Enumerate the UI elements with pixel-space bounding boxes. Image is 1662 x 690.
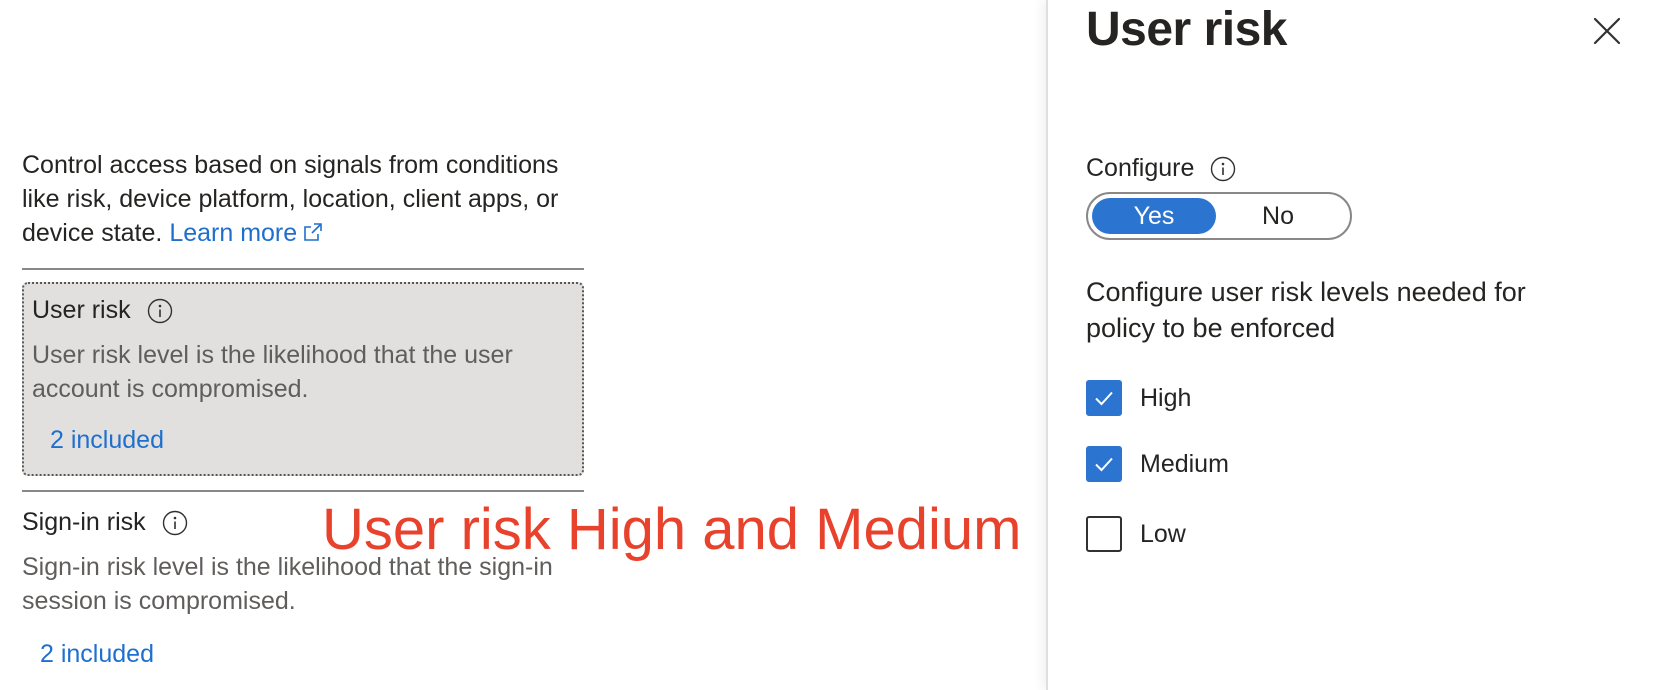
info-icon[interactable] [162, 510, 188, 536]
checkbox-box[interactable] [1086, 446, 1122, 482]
toggle-no-option[interactable]: No [1216, 198, 1340, 234]
configure-label: Configure [1086, 154, 1236, 183]
info-icon[interactable] [147, 298, 173, 324]
learn-more-link[interactable]: Learn more [169, 219, 323, 247]
user-risk-included-link[interactable]: 2 included [50, 426, 164, 455]
checkbox-high[interactable]: High [1086, 380, 1191, 416]
configure-toggle[interactable]: Yes No [1086, 192, 1352, 240]
checkbox-label: Medium [1140, 449, 1229, 478]
checkbox-label: High [1140, 383, 1192, 412]
user-risk-title: User risk [32, 296, 173, 325]
external-link-icon [304, 223, 322, 241]
user-risk-description: User risk level is the likelihood that t… [32, 341, 513, 403]
checkbox-box[interactable] [1086, 516, 1122, 552]
signin-risk-title: Sign-in risk [22, 508, 188, 537]
close-icon[interactable] [1590, 14, 1624, 48]
conditions-intro: Control access based on signals from con… [22, 148, 602, 250]
checkbox-medium[interactable]: Medium [1086, 446, 1229, 482]
signin-risk-included-link[interactable]: 2 included [40, 640, 154, 669]
checkmark-icon [1095, 457, 1113, 472]
checkbox-low[interactable]: Low [1086, 516, 1186, 552]
checkmark-icon [1095, 391, 1113, 406]
user-risk-panel: User risk Configure Yes No Configure use… [1046, 0, 1662, 690]
checkbox-label: Low [1140, 519, 1186, 548]
divider [22, 268, 584, 270]
checkbox-box[interactable] [1086, 380, 1122, 416]
conditions-pane: Control access based on signals from con… [0, 0, 1050, 690]
toggle-yes-option[interactable]: Yes [1092, 198, 1216, 234]
divider [22, 490, 584, 492]
info-icon[interactable] [1210, 156, 1236, 182]
user-risk-card[interactable]: User risk User risk level is the likelih… [22, 282, 584, 476]
levels-description: Configure user risk levels needed for po… [1086, 277, 1526, 343]
annotation-text: User risk High and Medium [322, 497, 1022, 562]
panel-title: User risk [1086, 3, 1287, 56]
